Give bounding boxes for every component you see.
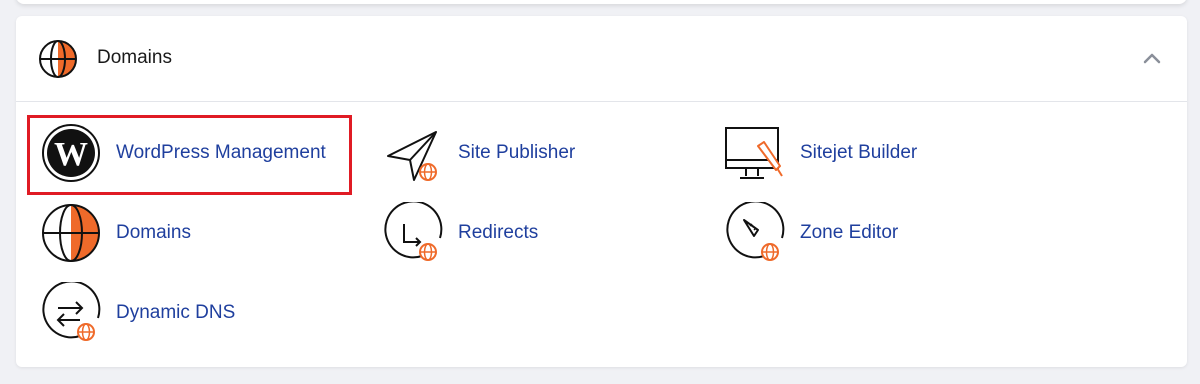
paper-plane-globe-icon <box>387 131 437 181</box>
chevron-up-icon[interactable] <box>1142 51 1162 65</box>
redirects-link[interactable]: Redirects <box>382 202 582 268</box>
item-label: Domains <box>116 222 191 243</box>
previous-panel-edge <box>16 0 1187 4</box>
domains-link[interactable]: Domains <box>40 202 240 268</box>
rocket-globe-icon <box>726 202 785 261</box>
section-title: Domains <box>97 47 172 68</box>
domains-panel-header[interactable]: Domains <box>16 16 1187 102</box>
dynamic-dns-link[interactable]: Dynamic DNS <box>40 282 260 348</box>
sitejet-builder-link[interactable]: Sitejet Builder <box>724 122 944 188</box>
redirect-arrow-globe-icon <box>384 202 443 261</box>
item-label: Sitejet Builder <box>800 142 918 163</box>
swap-arrows-globe-icon <box>42 282 101 341</box>
item-label: Dynamic DNS <box>116 302 236 323</box>
globe-icon <box>39 40 77 78</box>
highlight-box <box>27 115 352 195</box>
item-label: Redirects <box>458 222 539 243</box>
site-publisher-link[interactable]: Site Publisher <box>382 122 602 188</box>
zone-editor-link[interactable]: Zone Editor <box>724 202 924 268</box>
monitor-pencil-icon <box>725 127 783 179</box>
globe-icon <box>42 204 100 262</box>
item-label: Site Publisher <box>458 142 576 163</box>
item-label: Zone Editor <box>800 222 899 243</box>
